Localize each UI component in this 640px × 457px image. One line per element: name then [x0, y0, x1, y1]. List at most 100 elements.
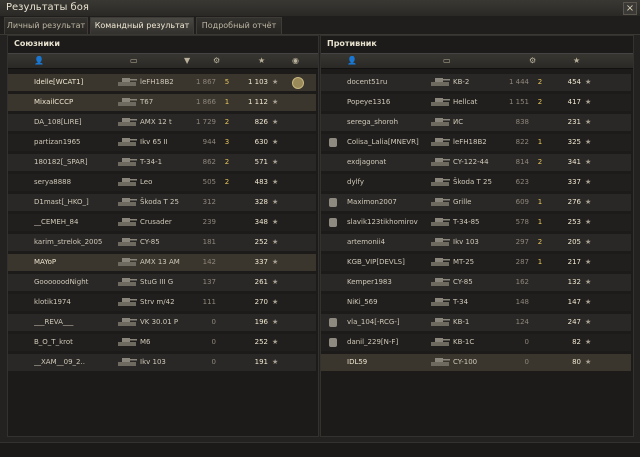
- kills-value: 2: [224, 178, 230, 186]
- player-name: artemonii4: [347, 238, 386, 246]
- sort-chevron-icon[interactable]: ▼: [184, 56, 190, 65]
- xp-value: 325: [567, 138, 581, 146]
- xp-value: 630: [254, 138, 268, 146]
- table-row[interactable]: Popeye1316 Hellcat 1 151 2 417 ★: [321, 94, 631, 111]
- medal-col-icon[interactable]: ◉: [292, 56, 299, 65]
- table-row[interactable]: serega_shoroh ИС 838 231 ★: [321, 114, 631, 131]
- tab-detailed[interactable]: Подробный отчёт: [196, 17, 282, 34]
- star-icon: ★: [272, 158, 279, 166]
- tank-kills-icon[interactable]: ⚙: [529, 56, 536, 65]
- star-icon: ★: [585, 158, 592, 166]
- damage-value: 287: [515, 258, 529, 266]
- player-name: serya8888: [34, 178, 72, 186]
- table-row[interactable]: docent51ru KB-2 1 444 2 454 ★: [321, 74, 631, 91]
- tab-team[interactable]: Командный результат: [90, 17, 194, 34]
- tank-kills-icon[interactable]: ⚙: [213, 56, 220, 65]
- table-row[interactable]: artemonii4 Ikv 103 297 2 205 ★: [321, 234, 631, 251]
- damage-value: 124: [515, 318, 529, 326]
- player-name: partizan1965: [34, 138, 81, 146]
- table-row[interactable]: D1mast[_HKO_] Škoda T 25 312 328 ★: [8, 194, 316, 211]
- player-name: IDL59: [347, 358, 368, 366]
- table-row[interactable]: dylfy Škoda T 25 623 337 ★: [321, 174, 631, 191]
- kills-value: 1: [224, 98, 230, 106]
- table-row[interactable]: MixailCCCP T67 1 866 1 1 112 ★: [8, 94, 316, 111]
- battle-results-window: Результаты боя × Личный результат Команд…: [0, 0, 640, 457]
- damage-value: 623: [515, 178, 529, 186]
- platoon-icon: [329, 318, 337, 327]
- table-row[interactable]: klotik1974 Strv m/42 111 270 ★: [8, 294, 316, 311]
- table-row[interactable]: DA_108[LIRE] AMX 12 t1 729 2 826 ★: [8, 114, 316, 131]
- player-col-icon[interactable]: 👤: [34, 56, 44, 65]
- table-row[interactable]: Idelle[WCAT1] leFH18B2 1 867 5 1 103 ★: [8, 74, 316, 91]
- medal-icon[interactable]: [292, 77, 304, 89]
- table-row[interactable]: serya8888 Leo 505 2 483 ★: [8, 174, 316, 191]
- damage-value: 239: [202, 218, 216, 226]
- table-row[interactable]: NiKi_569 T-34 148 147 ★: [321, 294, 631, 311]
- star-icon: ★: [585, 258, 592, 266]
- table-row[interactable]: slavik123tikhomirov T-34-85 578 1 253 ★: [321, 214, 631, 231]
- xp-value: 417: [567, 98, 581, 106]
- tank-icon: [431, 178, 450, 186]
- table-row[interactable]: karim_strelok_2005 CY-85 181 252 ★: [8, 234, 316, 251]
- tank-icon: [431, 198, 450, 206]
- table-row[interactable]: partizan1965 Ikv 65 II 944 3 630 ★: [8, 134, 316, 151]
- xp-value: 348: [254, 218, 268, 226]
- table-row[interactable]: Colisa_Lalia[MNEVR] leFH18B2 822 1 325 ★: [321, 134, 631, 151]
- xp-value: 147: [567, 298, 581, 306]
- damage-value: 862: [202, 158, 216, 166]
- table-row[interactable]: ___REVA___ VK 30.01 P 0 196 ★: [8, 314, 316, 331]
- star-icon: ★: [585, 178, 592, 186]
- table-row[interactable]: Kemper1983 CY-85 162 132 ★: [321, 274, 631, 291]
- player-name: __CEMEH_84: [34, 218, 79, 226]
- kills-value: 3: [224, 138, 230, 146]
- star-icon: ★: [585, 338, 592, 346]
- tank-icon: [118, 278, 137, 286]
- kills-value: 1: [537, 218, 543, 226]
- tank-col-icon[interactable]: ▭: [130, 56, 138, 65]
- table-row[interactable]: 180182[_SPAR] T-34-1 862 2 571 ★: [8, 154, 316, 171]
- player-name: NiKi_569: [347, 298, 378, 306]
- table-row[interactable]: danil_229[N-F] KB-1C 0 82 ★: [321, 334, 631, 351]
- title-bar: Результаты боя ×: [0, 0, 640, 17]
- player-name: __XAM__09_2..: [34, 358, 85, 366]
- table-row[interactable]: vla_104[-RCG-] KB-1 124 247 ★: [321, 314, 631, 331]
- damage-value: 1 867: [195, 78, 216, 86]
- damage-value: 312: [202, 198, 216, 206]
- xp-value: 253: [567, 218, 581, 226]
- xp-value: 80: [572, 358, 581, 366]
- xp-value: 261: [254, 278, 268, 286]
- xp-star-icon[interactable]: ★: [258, 56, 265, 65]
- table-row[interactable]: Maximon2007 Grille 609 1 276 ★: [321, 194, 631, 211]
- star-icon: ★: [272, 218, 279, 226]
- xp-value: 217: [567, 258, 581, 266]
- table-row[interactable]: MAYoP AMX 13 AM 142 337 ★: [8, 254, 316, 271]
- star-icon: ★: [585, 318, 592, 326]
- table-row[interactable]: B_O_T_krot M6 0 252 ★: [8, 334, 316, 351]
- damage-value: 944: [202, 138, 216, 146]
- table-row[interactable]: __XAM__09_2.. Ikv 103 0 191 ★: [8, 354, 316, 371]
- damage-value: 0: [211, 338, 216, 346]
- enemies-title: Противник: [327, 39, 377, 48]
- table-row[interactable]: exdjagonat CY-122-44 814 2 341 ★: [321, 154, 631, 171]
- kills-value: 1: [537, 198, 543, 206]
- close-button[interactable]: ×: [623, 2, 637, 15]
- tank-icon: [118, 178, 137, 186]
- xp-star-icon[interactable]: ★: [573, 56, 580, 65]
- player-name: serega_shoroh: [347, 118, 399, 126]
- table-row[interactable]: __CEMEH_84 Crusader 239 348 ★: [8, 214, 316, 231]
- player-col-icon[interactable]: 👤: [347, 56, 357, 65]
- player-name: Popeye1316: [347, 98, 391, 106]
- star-icon: ★: [585, 98, 592, 106]
- player-name: danil_229[N-F]: [347, 338, 399, 346]
- tank-col-icon[interactable]: ▭: [443, 56, 451, 65]
- footer-bar: [0, 442, 640, 457]
- table-row[interactable]: KGB_VIP[DEVLS] MT-25 287 1 217 ★: [321, 254, 631, 271]
- tank-icon: [431, 298, 450, 306]
- table-row[interactable]: IDL59 CY-100 0 80 ★: [321, 354, 631, 371]
- star-icon: ★: [272, 118, 279, 126]
- xp-value: 252: [254, 238, 268, 246]
- player-name: dylfy: [347, 178, 365, 186]
- table-row[interactable]: GoooooodNight StuG III G 137 261 ★: [8, 274, 316, 291]
- star-icon: ★: [585, 138, 592, 146]
- tab-personal[interactable]: Личный результат: [4, 17, 88, 34]
